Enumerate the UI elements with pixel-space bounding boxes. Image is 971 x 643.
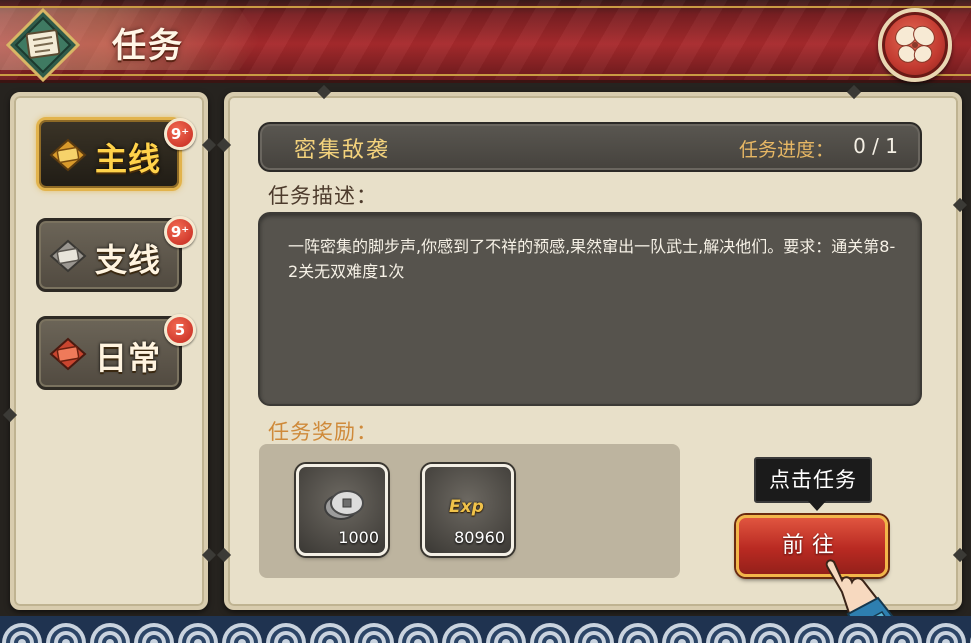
butterfly-icon — [895, 25, 935, 63]
reward-list: 1000 Exp 80960 — [259, 444, 680, 578]
quest-description: 一阵密集的脚步声,你感到了不祥的预感,果然窜出一队武士,解决他们。要求：通关第8… — [288, 237, 896, 281]
exp-icon: Exp — [449, 497, 484, 517]
quest-name: 密集敌袭 — [294, 138, 391, 163]
progress-label: 任务进度： — [738, 139, 834, 161]
tab-daily-quest[interactable]: 日常 — [36, 316, 182, 390]
scroll-gold-icon — [49, 138, 87, 172]
wave-pattern — [0, 616, 971, 643]
reward-heading: 任务奖励： — [268, 420, 378, 444]
banner-trim-bottom — [0, 74, 971, 76]
progress-value: 0 / 1 — [853, 134, 898, 158]
scroll-gray-icon — [49, 239, 87, 273]
tab-label: 主线 — [95, 140, 162, 178]
reward-item-coin[interactable]: 1000 — [296, 464, 388, 556]
tab-badge: 9⁺ — [164, 216, 196, 248]
scroll-red-icon — [49, 337, 87, 371]
close-button[interactable] — [878, 8, 952, 82]
description-box: 一阵密集的脚步声,你感到了不祥的预感,果然窜出一队武士,解决他们。要求：通关第8… — [258, 212, 922, 406]
reward-count: 1000 — [338, 528, 379, 547]
wave-border — [0, 616, 971, 643]
description-heading: 任务描述： — [268, 184, 378, 208]
quest-book-icon — [6, 8, 80, 82]
tab-main-quest[interactable]: 主线 — [36, 117, 182, 191]
reward-count: 80960 — [454, 528, 505, 547]
tutorial-tooltip: 点击任务 — [754, 457, 872, 511]
banner-trim-top — [0, 6, 971, 8]
tab-badge: 5 — [164, 314, 196, 346]
page-title: 任务 — [112, 26, 184, 66]
reward-item-exp[interactable]: Exp 80960 — [422, 464, 514, 556]
quest-header: 密集敌袭 任务进度： 0 / 1 — [258, 122, 922, 172]
coin-icon — [324, 490, 364, 520]
tab-label: 日常 — [95, 339, 162, 377]
tab-badge: 9⁺ — [164, 118, 196, 150]
tab-side-quest[interactable]: 支线 — [36, 218, 182, 292]
tab-label: 支线 — [95, 241, 162, 279]
